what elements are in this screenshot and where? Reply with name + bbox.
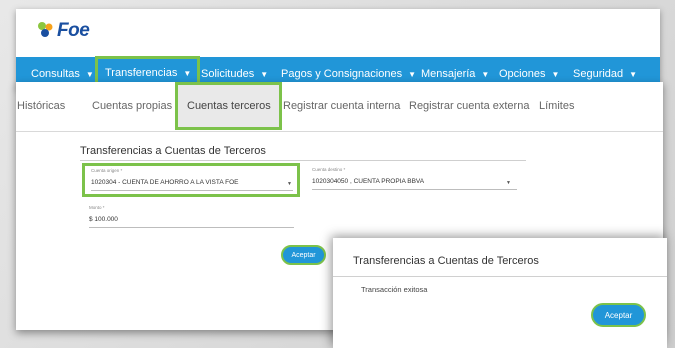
accept-button[interactable]: Aceptar: [281, 245, 326, 265]
nav-item-label: Pagos y Consignaciones: [281, 68, 403, 80]
tab-label: Registrar cuenta interna: [283, 100, 401, 112]
dialog-accept-button[interactable]: Aceptar: [591, 303, 646, 327]
tab-historicas[interactable]: Históricas: [17, 82, 65, 130]
chevron-down-icon: ▼: [85, 69, 94, 79]
nav-item-label: Consultas: [31, 68, 80, 80]
main-window: Foe Consultas ▼ Transferencias ▼ Solicit…: [16, 9, 660, 91]
tab-label: Cuentas propias: [92, 100, 173, 112]
tab-registrar-interna[interactable]: Registrar cuenta interna: [283, 82, 400, 130]
tab-label: Históricas: [17, 100, 66, 112]
origin-account-value: 1020304 - CUENTA DE AHORRO A LA VISTA FO…: [91, 179, 239, 186]
divider: [333, 276, 667, 277]
tab-limites[interactable]: Límites: [539, 82, 574, 130]
nav-item-label: Solicitudes: [201, 68, 255, 80]
amount-input[interactable]: Monto * $ 100.000: [89, 205, 294, 228]
origin-account-label: Cuenta origen *: [91, 168, 123, 173]
field-underline: [89, 227, 294, 228]
tab-cuentas-terceros[interactable]: Cuentas terceros: [175, 82, 282, 130]
chevron-down-icon: ▼: [481, 69, 490, 79]
chevron-down-icon: ▼: [183, 68, 192, 78]
destination-account-label: Cuenta destino *: [312, 167, 346, 172]
field-underline: [91, 190, 293, 191]
chevron-down-icon: ▼: [287, 181, 292, 187]
nav-item-label: Transferencias: [105, 67, 178, 79]
tab-label: Registrar cuenta externa: [409, 100, 530, 112]
nav-item-label: Mensajería: [421, 68, 476, 80]
chevron-down-icon: ▼: [408, 69, 416, 79]
tab-label: Cuentas terceros: [187, 100, 271, 112]
dialog-message: Transacción exitosa: [361, 285, 428, 294]
confirmation-dialog: Transferencias a Cuentas de Terceros Tra…: [333, 238, 667, 348]
tab-cuentas-propias[interactable]: Cuentas propias: [92, 82, 172, 130]
destination-account-value: 1020304050 , CUENTA PROPIA BBVA: [312, 178, 425, 185]
origin-account-select[interactable]: Cuenta origen * 1020304 - CUENTA DE AHOR…: [82, 163, 300, 197]
chevron-down-icon: ▼: [260, 69, 269, 79]
divider: [80, 160, 526, 161]
chevron-down-icon: ▼: [551, 69, 560, 79]
destination-account-select[interactable]: Cuenta destino * 1020304050 , CUENTA PRO…: [312, 167, 517, 190]
amount-value: $ 100.000: [89, 216, 118, 223]
foe-logo-icon: [34, 20, 56, 42]
sub-nav: Históricas Cuentas propias Cuentas terce…: [16, 82, 663, 132]
tab-registrar-externa[interactable]: Registrar cuenta externa: [409, 82, 529, 130]
chevron-down-icon: ▼: [629, 69, 638, 79]
tab-label: Límites: [539, 100, 575, 112]
logo: Foe: [34, 17, 104, 45]
amount-label: Monto *: [89, 205, 105, 210]
nav-item-label: Opciones: [499, 68, 546, 80]
dialog-title: Transferencias a Cuentas de Terceros: [353, 255, 539, 267]
form-title: Transferencias a Cuentas de Terceros: [80, 145, 266, 157]
chevron-down-icon: ▼: [506, 180, 511, 186]
nav-item-label: Seguridad: [573, 68, 624, 80]
logo-text: Foe: [57, 20, 90, 41]
field-underline: [312, 189, 517, 190]
